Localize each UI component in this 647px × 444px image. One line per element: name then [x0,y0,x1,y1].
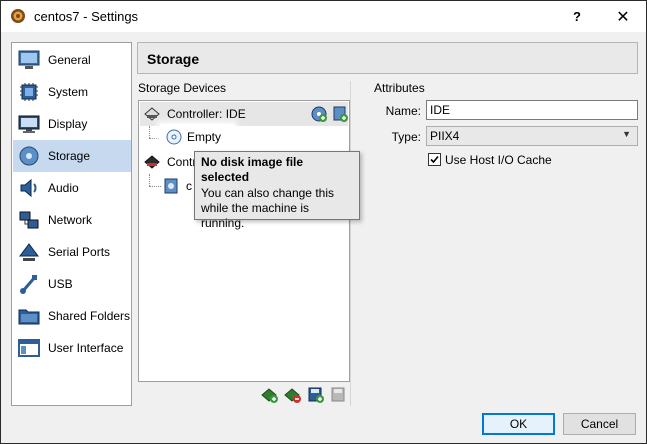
close-window-button[interactable]: ✕ [600,1,646,32]
tooltip-line: while the machine is [201,201,310,215]
storage-devices-label: Storage Devices [138,81,227,95]
serial-port-icon [19,243,39,261]
chevron-down-icon: ▼ [622,129,631,139]
sidebar-item-label: Network [48,213,93,227]
help-button[interactable]: ? [554,1,600,32]
type-select[interactable]: PIIX4 ▼ [426,126,638,146]
optical-disc-icon [166,129,182,145]
sata-disk-label: c [186,179,192,193]
storage-tree[interactable]: Controller: IDE Empty Contr c [138,100,350,382]
name-field[interactable]: IDE [426,100,638,120]
audio-speaker-icon [20,178,37,198]
sidebar-item-shared-folders[interactable]: Shared Folders [13,300,131,332]
window-title: centos7 - Settings [34,9,139,24]
empty-optical-drive-item[interactable]: Empty [160,124,234,150]
storage-disk-icon [19,146,39,166]
sidebar-item-label: General [48,53,91,67]
system-chip-icon [20,83,38,101]
sidebar-item-label: Audio [48,181,79,195]
controller-ide-label: Controller: IDE [167,107,246,121]
general-icon [18,50,40,69]
sidebar-item-serial-ports[interactable]: Serial Ports [13,236,131,268]
shared-folder-icon [18,309,40,325]
sidebar-item-audio[interactable]: Audio [13,172,131,204]
tooltip-body: You can also change this while the machi… [201,186,353,231]
add-hard-disk-icon[interactable] [331,105,349,123]
tree-connector [149,186,161,187]
remove-attachment-icon[interactable] [330,386,348,404]
name-field-label: Name: [385,104,421,118]
page-header: Storage [137,42,638,74]
storage-toolbar [261,386,351,406]
host-io-cache-label: Use Host I/O Cache [445,153,552,167]
checkmark-icon [430,155,439,164]
sidebar-item-usb[interactable]: USB [13,268,131,300]
controller-sata-label: Contr [167,155,197,169]
controller-ide-row[interactable]: Controller: IDE [140,102,348,126]
tree-connector [149,174,150,186]
sidebar-item-label: System [48,85,89,99]
page-title: Storage [147,51,200,67]
title-bar: centos7 - Settings ? ✕ [1,1,646,32]
host-io-cache-checkbox[interactable] [428,153,441,166]
sidebar-item-label: User Interface [48,341,124,355]
sidebar-item-network[interactable]: Network [13,204,131,236]
sidebar-item-label: Storage [48,149,91,163]
settings-window: centos7 - Settings ? ✕ General System Di… [0,0,647,444]
user-interface-icon [18,339,40,357]
ide-controller-icon [144,107,160,121]
tooltip-line: running. [201,216,245,230]
empty-drive-label: Empty [187,130,222,144]
sidebar-item-general[interactable]: General [13,44,131,76]
attributes-label: Attributes [374,81,425,95]
type-field-label: Type: [391,130,421,144]
add-controller-icon[interactable] [261,386,279,404]
sidebar-item-storage[interactable]: Storage [13,140,131,172]
add-attachment-icon[interactable] [307,386,325,404]
tooltip-title: No disk image file selected [201,155,304,184]
network-icon [19,211,39,229]
sidebar-item-system[interactable]: System [13,76,131,108]
sidebar-item-user-interface[interactable]: User Interface [13,332,131,364]
virtualbox-app-icon [11,9,25,23]
remove-controller-icon[interactable] [284,386,302,404]
settings-sidebar: General System Display Storage Audio Net… [11,42,132,406]
display-monitor-icon [18,115,40,133]
hard-disk-icon [164,178,178,194]
type-select-value: PIIX4 [430,129,460,143]
sidebar-item-label: Display [48,117,88,131]
sata-controller-icon [144,155,160,169]
add-optical-drive-icon[interactable] [310,105,328,123]
sidebar-item-label: USB [48,277,73,291]
sidebar-item-display[interactable]: Display [13,108,131,140]
usb-icon [20,275,37,294]
ok-button[interactable]: OK [482,413,555,435]
tree-connector [149,126,150,138]
sidebar-item-label: Shared Folders [48,309,131,323]
name-field-value: IDE [430,103,451,117]
cancel-button[interactable]: Cancel [563,413,636,435]
tooltip-line: You can also change this [201,186,334,200]
sata-disk-item[interactable]: c [164,177,192,195]
sidebar-item-label: Serial Ports [48,245,111,259]
section-divider [350,81,351,406]
disk-tooltip: No disk image file selected You can also… [194,151,360,230]
